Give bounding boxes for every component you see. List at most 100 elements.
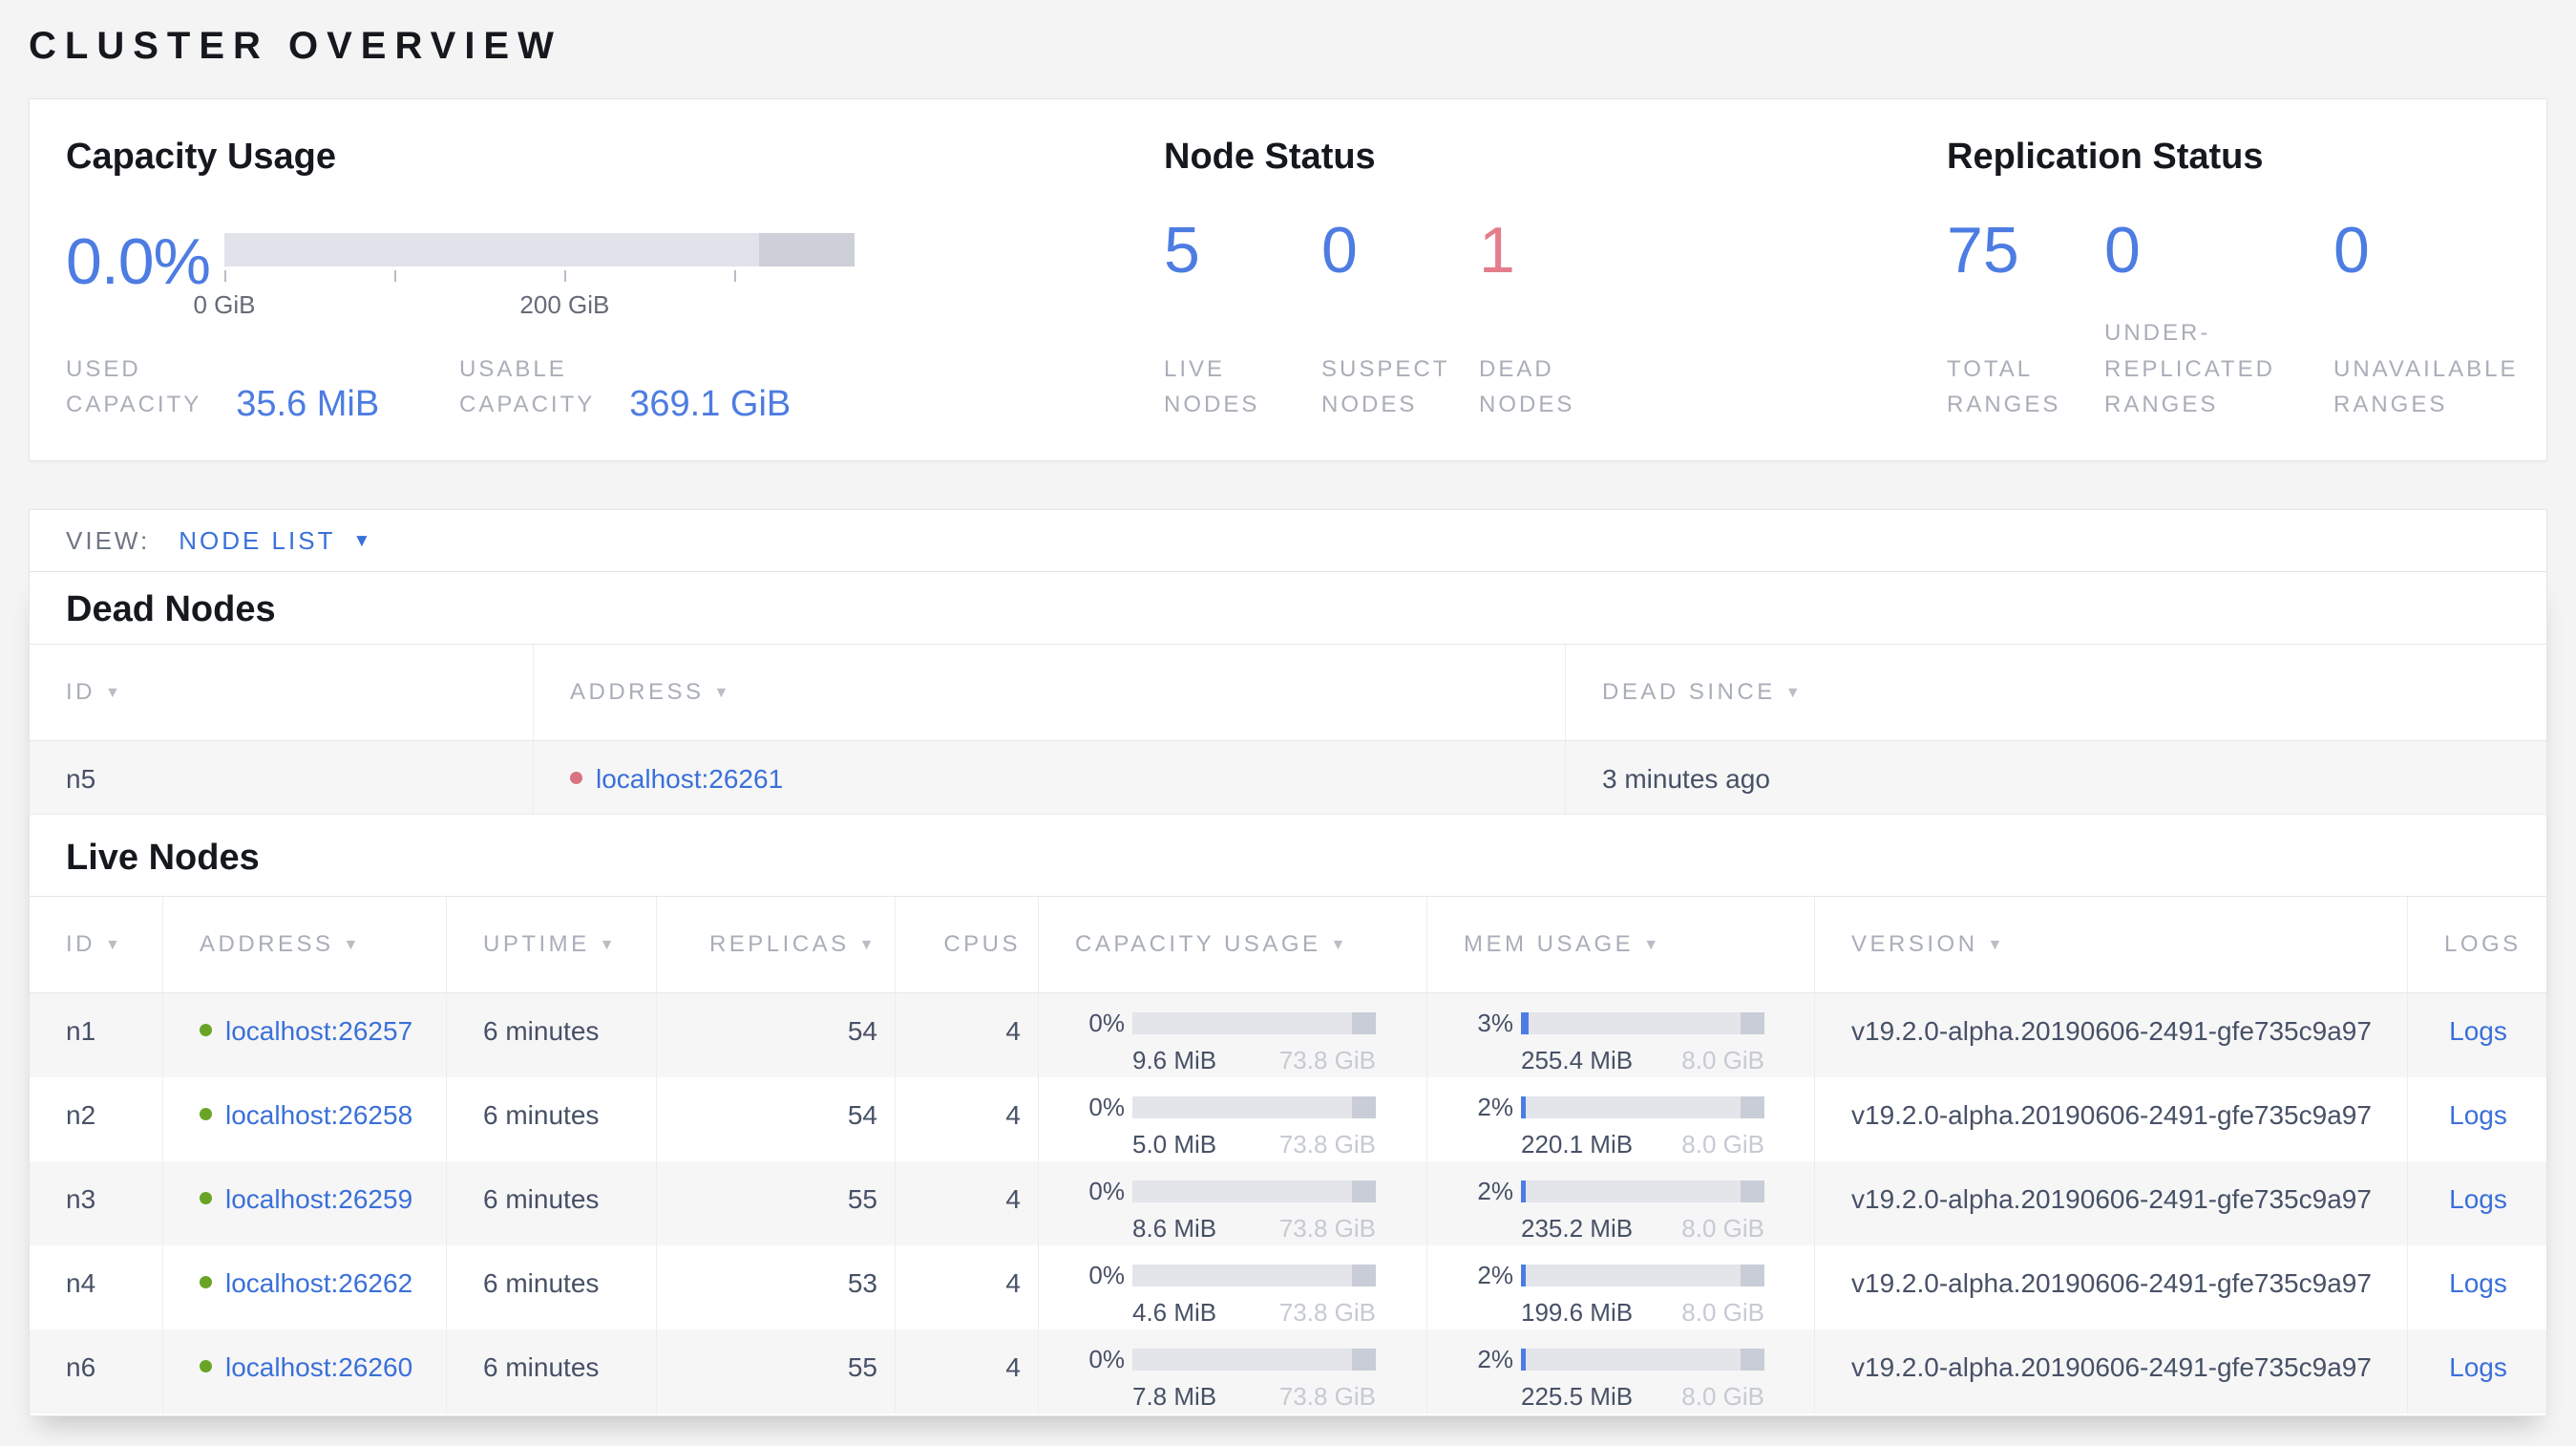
logs-link[interactable]: Logs bbox=[2449, 1016, 2507, 1046]
cell-cpus: 4 bbox=[896, 993, 1039, 1077]
cell-replicas: 55 bbox=[657, 1161, 896, 1245]
column-header-uptime[interactable]: UPTIME ▼ bbox=[447, 897, 657, 992]
capacity-meter-bar bbox=[1132, 1180, 1376, 1202]
used-capacity-label: USED CAPACITY bbox=[66, 355, 202, 417]
sort-desc-icon: ▼ bbox=[343, 937, 362, 953]
dead-nodes-count: 1 bbox=[1479, 213, 1515, 287]
unavailable-ranges-count: 0 bbox=[2333, 213, 2370, 287]
mem-meter-fill bbox=[1521, 1012, 1529, 1034]
mem-meter-tail bbox=[1740, 1096, 1764, 1118]
mem-meter-tail bbox=[1740, 1012, 1764, 1034]
cell-uptime: 6 minutes bbox=[447, 1077, 657, 1161]
used-capacity-stat: USED CAPACITY 35.6 MiB bbox=[66, 351, 459, 424]
capacity-meter-tail bbox=[1351, 1180, 1376, 1202]
logs-link[interactable]: Logs bbox=[2449, 1268, 2507, 1298]
axis-tick bbox=[564, 269, 567, 282]
column-header-capacity-usage[interactable]: CAPACITY USAGE ▼ bbox=[1039, 897, 1427, 992]
capacity-percent-label: 0% bbox=[1088, 1009, 1125, 1037]
view-dropdown[interactable]: NODE LIST ▼ bbox=[179, 526, 373, 556]
sort-desc-icon: ▼ bbox=[858, 937, 877, 953]
capacity-bar bbox=[224, 232, 855, 266]
live-node-row: n6 localhost:26260 6 minutes 55 4 0% 7.8… bbox=[30, 1329, 2546, 1414]
cell-replicas: 54 bbox=[657, 1077, 896, 1161]
sort-desc-icon: ▼ bbox=[599, 937, 619, 953]
mem-meter-bar bbox=[1521, 1265, 1764, 1287]
mem-total-value: 8.0 GiB bbox=[1681, 1214, 1764, 1243]
capacity-percent-label: 0% bbox=[1088, 1261, 1125, 1289]
usable-capacity-label: USABLE CAPACITY bbox=[459, 355, 596, 417]
view-label: VIEW: bbox=[66, 525, 151, 555]
sort-desc-icon: ▼ bbox=[713, 685, 732, 701]
node-address-link[interactable]: localhost:26257 bbox=[225, 1016, 412, 1046]
capacity-used-value: 8.6 MiB bbox=[1132, 1214, 1217, 1243]
capacity-percent-label: 0% bbox=[1088, 1093, 1125, 1121]
mem-used-value: 235.2 MiB bbox=[1521, 1214, 1634, 1243]
axis-tick bbox=[224, 269, 226, 282]
live-nodes-label: LIVE NODES bbox=[1164, 355, 1260, 417]
node-address-link[interactable]: localhost:26261 bbox=[596, 764, 783, 794]
live-status-dot-icon bbox=[200, 1276, 212, 1288]
cell-node-address: localhost:26261 bbox=[534, 741, 1566, 814]
cell-logs: Logs bbox=[2408, 1161, 2546, 1245]
mem-total-value: 8.0 GiB bbox=[1681, 1046, 1764, 1074]
capacity-percent-label: 0% bbox=[1088, 1177, 1125, 1205]
sort-desc-icon: ▼ bbox=[1330, 937, 1349, 953]
logs-link[interactable]: Logs bbox=[2449, 1184, 2507, 1214]
node-address-link[interactable]: localhost:26262 bbox=[225, 1268, 412, 1298]
cell-node-id: n4 bbox=[30, 1245, 163, 1329]
page-title: CLUSTER OVERVIEW bbox=[29, 25, 562, 67]
column-header-version[interactable]: VERSION ▼ bbox=[1815, 897, 2408, 992]
node-address-link[interactable]: localhost:26260 bbox=[225, 1352, 412, 1382]
node-address-link[interactable]: localhost:26259 bbox=[225, 1184, 412, 1214]
capacity-stats: USED CAPACITY 35.6 MiB USABLE CAPACITY 3… bbox=[66, 351, 1164, 424]
capacity-total-value: 73.8 GiB bbox=[1278, 1130, 1376, 1159]
cell-node-address: localhost:26260 bbox=[163, 1329, 447, 1414]
cell-cpus: 4 bbox=[896, 1329, 1039, 1414]
live-nodes-table-body: n1 localhost:26257 6 minutes 54 4 0% 9.6… bbox=[30, 993, 2546, 1414]
replication-status-title: Replication Status bbox=[1947, 137, 2264, 177]
capacity-total-value: 73.8 GiB bbox=[1278, 1298, 1376, 1327]
cell-capacity-usage: 0% 5.0 MiB 73.8 GiB bbox=[1039, 1077, 1427, 1161]
logs-link[interactable]: Logs bbox=[2449, 1352, 2507, 1382]
mem-meter-tail bbox=[1740, 1265, 1764, 1287]
live-nodes-count: 5 bbox=[1164, 213, 1200, 287]
node-address-link[interactable]: localhost:26258 bbox=[225, 1100, 412, 1130]
usable-capacity-value: 369.1 GiB bbox=[629, 384, 792, 424]
cell-node-address: localhost:26262 bbox=[163, 1245, 447, 1329]
sort-desc-icon: ▼ bbox=[1987, 937, 2006, 953]
total-ranges-label: TOTAL RANGES bbox=[1947, 355, 2061, 417]
node-list-card: Dead Nodes ID ▼ ADDRESS ▼ DEAD SINCE ▼ n5 l… bbox=[29, 571, 2547, 1416]
column-header-cpus: CPUS bbox=[896, 897, 1039, 992]
cell-uptime: 6 minutes bbox=[447, 1161, 657, 1245]
column-header-address[interactable]: ADDRESS ▼ bbox=[163, 897, 447, 992]
cell-cpus: 4 bbox=[896, 1161, 1039, 1245]
column-header-address[interactable]: ADDRESS ▼ bbox=[534, 645, 1566, 740]
under-replicated-ranges-count: 0 bbox=[2104, 213, 2141, 287]
cell-logs: Logs bbox=[2408, 1245, 2546, 1329]
cell-version: v19.2.0-alpha.20190606-2491-gfe735c9a97 bbox=[1815, 993, 2408, 1077]
total-ranges-stat: 75 TOTAL RANGES bbox=[1947, 218, 2104, 422]
axis-tick bbox=[733, 269, 736, 282]
column-header-mem-usage[interactable]: MEM USAGE ▼ bbox=[1427, 897, 1815, 992]
capacity-bar-ticks bbox=[224, 269, 855, 283]
column-header-id[interactable]: ID ▼ bbox=[30, 645, 534, 740]
cell-capacity-usage: 0% 9.6 MiB 73.8 GiB bbox=[1039, 993, 1427, 1077]
cell-node-id: n1 bbox=[30, 993, 163, 1077]
node-status-title: Node Status bbox=[1164, 137, 1376, 177]
column-header-replicas[interactable]: REPLICAS ▼ bbox=[657, 897, 896, 992]
view-bar: VIEW: NODE LIST ▼ bbox=[29, 509, 2547, 572]
mem-meter-fill bbox=[1521, 1096, 1527, 1118]
cell-logs: Logs bbox=[2408, 1077, 2546, 1161]
capacity-total-value: 73.8 GiB bbox=[1278, 1046, 1376, 1074]
column-header-id[interactable]: ID ▼ bbox=[30, 897, 163, 992]
capacity-meter-bar bbox=[1132, 1096, 1376, 1118]
live-node-row: n4 localhost:26262 6 minutes 53 4 0% 4.6… bbox=[30, 1245, 2546, 1329]
logs-link[interactable]: Logs bbox=[2449, 1100, 2507, 1130]
dead-nodes-table-header: ID ▼ ADDRESS ▼ DEAD SINCE ▼ bbox=[30, 644, 2546, 741]
column-header-dead-since[interactable]: DEAD SINCE ▼ bbox=[1566, 645, 2546, 740]
sort-desc-icon: ▼ bbox=[105, 937, 124, 953]
capacity-used-value: 7.8 MiB bbox=[1132, 1382, 1217, 1411]
mem-percent-label: 3% bbox=[1477, 1009, 1513, 1037]
live-status-dot-icon bbox=[200, 1192, 212, 1204]
sort-desc-icon: ▼ bbox=[105, 685, 124, 701]
